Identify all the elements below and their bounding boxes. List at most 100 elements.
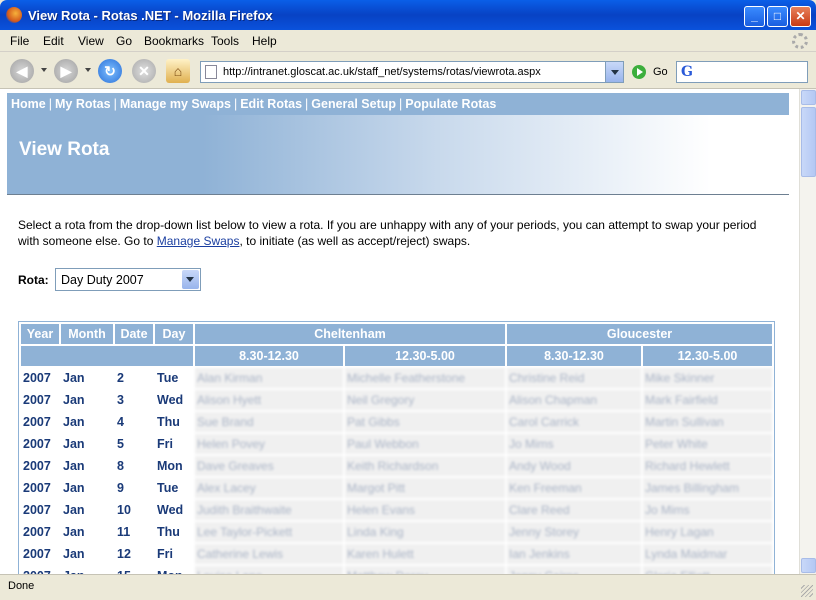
cell-day: Fri — [155, 544, 193, 564]
go-icon[interactable] — [632, 65, 646, 79]
cell-staff-name: Jo Mims — [507, 434, 641, 454]
home-button[interactable]: ⌂ — [166, 59, 190, 83]
cell-year: 2007 — [21, 522, 59, 542]
table-row: 2007 Jan 8 Mon Dave Greaves Keith Richardson A… — [21, 456, 772, 476]
table-row: 2007 Jan 3 Wed Alison Hyett Neil Gregory Aliso… — [21, 390, 772, 410]
stop-icon: ✕ — [138, 63, 150, 79]
cell-staff-name: Gloria Elliott — [643, 566, 772, 574]
cell-month: Jan — [61, 456, 113, 476]
back-button[interactable]: ◀ — [10, 59, 34, 83]
cell-staff-name: Louise Lane — [195, 566, 343, 574]
reload-button[interactable]: ↻ — [98, 59, 122, 83]
page-icon — [205, 65, 217, 79]
nav-link-general-setup[interactable]: General Setup — [311, 97, 396, 111]
menu-view[interactable]: View — [78, 34, 104, 48]
cell-staff-name: Neil Gregory — [345, 390, 505, 410]
cell-staff-name: Helen Povey — [195, 434, 343, 454]
col-header-day: Day — [155, 324, 193, 344]
address-url[interactable]: http://intranet.gloscat.ac.uk/staff_net/… — [223, 66, 541, 78]
cell-date: 4 — [115, 412, 153, 432]
rota-select-value[interactable]: Day Duty 2007 — [61, 273, 144, 287]
cell-staff-name: Alison Hyett — [195, 390, 343, 410]
search-input[interactable]: G — [676, 61, 808, 83]
cell-date: 5 — [115, 434, 153, 454]
cell-staff-name: Karen Hulett — [345, 544, 505, 564]
maximize-button[interactable]: □ — [767, 6, 788, 27]
menu-bookmarks[interactable]: Bookmarks — [144, 34, 204, 48]
cell-staff-name: Lynda Maidmar — [643, 544, 772, 564]
rota-select[interactable]: Day Duty 2007 — [55, 268, 201, 291]
chevron-down-icon[interactable] — [182, 270, 199, 289]
cell-staff-name: Jo Mims — [643, 500, 772, 520]
period-header: 12.30-5.00 — [345, 346, 505, 366]
intro-text-after: , to initiate (as well as accept/reject)… — [239, 234, 471, 248]
cell-month: Jan — [61, 390, 113, 410]
table-row: 2007 Jan 10 Wed Judith Braithwaite Helen Evan… — [21, 500, 772, 520]
cell-date: 10 — [115, 500, 153, 520]
cell-day: Mon — [155, 566, 193, 574]
cell-staff-name: Keith Richardson — [345, 456, 505, 476]
cell-day: Tue — [155, 368, 193, 388]
minimize-button[interactable]: _ — [744, 6, 765, 27]
table-row: 2007 Jan 5 Fri Helen Povey Paul Webbon Jo Mims… — [21, 434, 772, 454]
nav-link-populate-rotas[interactable]: Populate Rotas — [405, 97, 496, 111]
cell-day: Wed — [155, 390, 193, 410]
cell-staff-name: Clare Reed — [507, 500, 641, 520]
throbber-icon — [792, 33, 808, 49]
cell-staff-name: Judith Braithwaite — [195, 500, 343, 520]
period-header: 12.30-5.00 — [643, 346, 772, 366]
scroll-up-icon[interactable] — [801, 90, 816, 105]
cell-month: Jan — [61, 522, 113, 542]
nav-link-my-rotas[interactable]: My Rotas — [55, 97, 111, 111]
cell-staff-name: Carol Carrick — [507, 412, 641, 432]
cell-staff-name: Mike Skinner — [643, 368, 772, 388]
go-button-label[interactable]: Go — [653, 66, 668, 78]
forward-button[interactable]: ▶ — [54, 59, 78, 83]
cell-month: Jan — [61, 500, 113, 520]
nav-link-manage-my-swaps[interactable]: Manage my Swaps — [120, 97, 231, 111]
menu-help[interactable]: Help — [252, 34, 277, 48]
cell-date: 15 — [115, 566, 153, 574]
google-search-icon[interactable]: G — [681, 64, 693, 80]
resize-grip-icon[interactable] — [801, 585, 813, 597]
cell-staff-name: Margot Pitt — [345, 478, 505, 498]
close-button[interactable]: ✕ — [790, 6, 811, 27]
vertical-scrollbar[interactable] — [799, 89, 816, 574]
back-arrow-icon: ◀ — [16, 63, 28, 79]
scrollbar-thumb[interactable] — [801, 107, 816, 177]
status-bar: Done — [0, 574, 816, 600]
nav-link-edit-rotas[interactable]: Edit Rotas — [240, 97, 302, 111]
forward-history-dropdown-icon[interactable] — [85, 68, 91, 72]
cell-staff-name: Linda King — [345, 522, 505, 542]
cell-staff-name: Ian Jenkins — [507, 544, 641, 564]
cell-day: Thu — [155, 412, 193, 432]
cell-day: Tue — [155, 478, 193, 498]
back-history-dropdown-icon[interactable] — [41, 68, 47, 72]
address-dropdown-button[interactable] — [605, 62, 623, 82]
col-header-month: Month — [61, 324, 113, 344]
cell-month: Jan — [61, 412, 113, 432]
cell-staff-name: Pat Gibbs — [345, 412, 505, 432]
menu-edit[interactable]: Edit — [43, 34, 64, 48]
nav-link-home[interactable]: Home — [11, 97, 46, 111]
menu-tools[interactable]: Tools — [211, 34, 239, 48]
forward-arrow-icon: ▶ — [60, 63, 72, 79]
window-title-bar: View Rota - Rotas .NET - Mozilla Firefox… — [0, 0, 816, 30]
menu-file[interactable]: File — [10, 34, 29, 48]
cell-staff-name: Sue Brand — [195, 412, 343, 432]
menu-go[interactable]: Go — [116, 34, 132, 48]
address-bar[interactable]: http://intranet.gloscat.ac.uk/staff_net/… — [200, 61, 624, 83]
cell-staff-name: Ken Freeman — [507, 478, 641, 498]
site-nav-bar: Home | My Rotas | Manage my Swaps | Edit Rotas… — [7, 93, 789, 115]
cell-staff-name: Alex Lacey — [195, 478, 343, 498]
cell-month: Jan — [61, 478, 113, 498]
site-header-cheltenham: Cheltenham — [195, 324, 505, 344]
page-banner: View Rota — [7, 115, 789, 195]
manage-swaps-link[interactable]: Manage Swaps — [157, 234, 240, 248]
scroll-down-icon[interactable] — [801, 558, 816, 573]
cell-year: 2007 — [21, 412, 59, 432]
rota-table: Year Month Date Day Cheltenham Glouceste… — [18, 321, 775, 574]
stop-button[interactable]: ✕ — [132, 59, 156, 83]
cell-day: Thu — [155, 522, 193, 542]
cell-year: 2007 — [21, 478, 59, 498]
